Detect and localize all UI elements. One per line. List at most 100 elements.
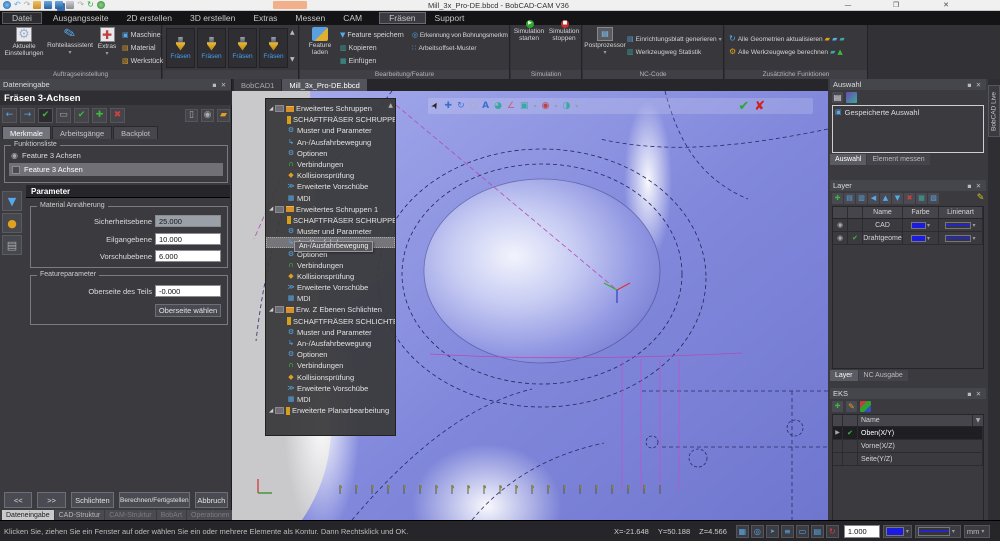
attach-icon[interactable]: ✎ — [975, 193, 986, 204]
page-misc-button[interactable]: ▤ — [2, 235, 22, 255]
prev-button[interactable]: << — [4, 492, 32, 508]
feature-gallery-item[interactable]: Fräsen — [197, 28, 226, 68]
feature-list-item-selected[interactable]: Feature 3 Achsen — [9, 163, 223, 176]
menu-datei[interactable]: Datei — [2, 12, 42, 24]
capture-image-icon[interactable] — [846, 92, 857, 103]
redo-alt-icon[interactable]: ↷ — [77, 1, 84, 9]
pin-icon[interactable]: ▪ — [965, 81, 974, 89]
app-logo-icon[interactable] — [3, 1, 11, 9]
selection-mode-icon[interactable]: ➤ — [766, 525, 779, 538]
eks-row[interactable]: Vorne(X/Z) — [833, 440, 983, 453]
web-icon[interactable] — [97, 1, 105, 9]
delete-layer-icon[interactable]: ✖ — [904, 193, 915, 204]
regenerate-icon[interactable]: ↻ — [826, 525, 839, 538]
trash-icon[interactable]: ▯ — [185, 109, 198, 122]
tab-nc-ausgabe[interactable]: NC Ausgabe — [859, 370, 908, 381]
extras-button[interactable]: ✚ Extras ▾ — [94, 27, 120, 69]
print-icon[interactable] — [66, 1, 74, 9]
tree-item[interactable]: ◆Kollisionsprüfung — [266, 372, 395, 383]
simulation-stoppen-button[interactable]: ■ Simulation stoppen — [547, 27, 581, 69]
measure-icon[interactable]: ∠ — [507, 101, 515, 111]
chevron-down-icon[interactable]: ▾ — [972, 235, 975, 242]
einfuegen-button[interactable]: ▦ Einfügen — [340, 55, 376, 67]
post-check-button[interactable]: ✔ — [38, 108, 53, 123]
rohteilassistent-button[interactable]: ✎ Rohteilassistent ▾ — [48, 27, 92, 69]
merge-layers-icon[interactable]: ▦ — [916, 193, 927, 204]
extra-icon[interactable]: ▰ — [830, 49, 835, 56]
pin-icon[interactable]: ▪ — [965, 390, 974, 398]
feature-laden-button[interactable]: Feature laden — [302, 27, 338, 69]
layers-quick-icon[interactable]: ≡ — [781, 525, 794, 538]
saved-selection-icon[interactable]: ▤ — [832, 92, 843, 103]
material-button[interactable]: ▤ Material — [122, 42, 156, 54]
simulation-starten-button[interactable]: ▶ Simulation starten — [512, 27, 546, 69]
tree-item[interactable]: ≫Erweiterte Vorschübe — [266, 383, 395, 394]
apply-add-button[interactable]: ✚ — [92, 108, 107, 123]
tree-item[interactable]: ▦MDI — [266, 394, 395, 405]
tree-item[interactable]: ◆Kollisionsprüfung — [266, 170, 395, 181]
orbit-icon[interactable]: ↻ — [457, 101, 465, 111]
feature-radio-row[interactable]: ◉ Feature 3 Achsen — [5, 146, 227, 160]
tree-item[interactable]: ▦MDI — [266, 193, 395, 204]
next-button[interactable]: >> — [37, 492, 65, 508]
move-left-icon[interactable]: ◀ — [868, 193, 879, 204]
maschine-button[interactable]: ▣ Maschine▾ — [122, 29, 166, 41]
tree-item[interactable]: ⚙Optionen — [266, 349, 395, 360]
copy-layer-icon[interactable]: ▥ — [856, 193, 867, 204]
redo-icon[interactable]: ↷ — [24, 1, 31, 9]
move-up-icon[interactable]: ▲ — [880, 193, 891, 204]
save-icon[interactable] — [44, 1, 52, 9]
gallery-scroll-down-icon[interactable]: ▼ — [290, 57, 295, 63]
filter-icon[interactable]: ▼ — [973, 418, 983, 424]
feature-speichern-button[interactable]: ▼ Feature speichern — [340, 29, 404, 41]
unit-dropdown[interactable]: mm▾ — [964, 525, 990, 538]
close-icon[interactable]: ✕ — [974, 390, 983, 398]
menu-3d-erstellen[interactable]: 3D erstellen — [181, 11, 244, 25]
shaded-sphere-icon[interactable]: ◕ — [494, 101, 502, 111]
tree-group[interactable]: ◢Erweitertes Schruppen — [266, 103, 395, 114]
bohrungserkennung-button[interactable]: ◎ Erkennung von Bohrungsmerkmalen — [412, 29, 508, 41]
tree-item[interactable]: ↳An-/Ausfahrbewegung — [266, 137, 395, 148]
geometrien-aktualisieren-button[interactable]: ↻ Alle Geometrien aktualisieren ▰ ▰ ▰ — [729, 33, 845, 45]
tree-item[interactable]: ≫Erweiterte Vorschübe — [266, 282, 395, 293]
layer-properties-icon[interactable]: ▤ — [844, 193, 855, 204]
tab-auswahl[interactable]: Auswahl — [830, 154, 866, 165]
menu-messen[interactable]: Messen — [286, 11, 334, 25]
confirm-check-icon[interactable]: ✔ — [738, 99, 749, 114]
display-settings-icon[interactable]: ▭ — [796, 525, 809, 538]
oberseite-input[interactable]: -0.000 — [155, 285, 221, 297]
tree-item[interactable]: ∩Verbindungen — [266, 260, 395, 271]
zoom-window-icon[interactable]: ◻ — [470, 101, 477, 111]
layer-row[interactable]: ◉ ✔ Drahtgeome ▾ ▾ — [833, 232, 983, 245]
einrichtungsblatt-button[interactable]: ▤ Einrichtungsblatt generieren▾ — [627, 33, 722, 45]
cancel-x-button[interactable]: ✖ — [110, 108, 125, 123]
extra-icon[interactable]: ▰ — [839, 36, 844, 43]
cancel-x-icon[interactable]: ✘ — [754, 99, 765, 114]
extra-icon[interactable]: ▲ — [837, 49, 842, 56]
linestyle-swatch[interactable] — [945, 222, 971, 229]
tree-item[interactable]: ⚙Optionen — [266, 148, 395, 159]
tree-item[interactable]: ▦MDI — [266, 293, 395, 304]
oberseite-waehlen-button[interactable]: Oberseite wählen — [155, 304, 221, 317]
tab-element-messen[interactable]: Element messen — [867, 154, 929, 165]
linestyle-swatch[interactable] — [945, 235, 971, 242]
bobcad-live-tab[interactable]: BobCAD Live — [988, 85, 1000, 137]
schlichten-button[interactable]: Schlichten — [71, 492, 114, 508]
tree-item[interactable]: ◆Kollisionsprüfung — [266, 271, 395, 282]
arbeitsoffset-muster-button[interactable]: ∷ Arbeitsoffset-Muster — [412, 42, 477, 54]
add-layer-icon[interactable]: ✚ — [832, 193, 843, 204]
pan-icon[interactable]: ✚ — [445, 101, 453, 111]
entity-snap-icon[interactable]: ◎ — [751, 525, 764, 538]
vorschubebene-input[interactable]: 6.000 — [155, 250, 221, 262]
tree-group[interactable]: ◢Erweiterte Planarbearbeitung — [266, 405, 395, 416]
close-icon[interactable]: ✕ — [974, 182, 983, 190]
eks-row-selected[interactable]: ▶ ✔ Oben(X/Y) — [833, 427, 983, 440]
refresh-icon[interactable]: ↻ — [87, 1, 94, 9]
tree-item[interactable]: SCHAFTFRÄSER SCHRUPPEN — [266, 215, 395, 226]
tree-item[interactable]: ∩Verbindungen — [266, 159, 395, 170]
chevron-down-icon[interactable]: ▾ — [534, 103, 537, 110]
visibility-eye-icon[interactable]: ◉ — [837, 235, 843, 242]
eks-row[interactable]: Seite(Y/Z) — [833, 453, 983, 466]
pin-icon[interactable]: ▪ — [210, 81, 219, 89]
werkzeugwege-berechnen-button[interactable]: ⚙ Alle Werkzeugwege berechnen ▰ ▲ — [729, 46, 843, 58]
